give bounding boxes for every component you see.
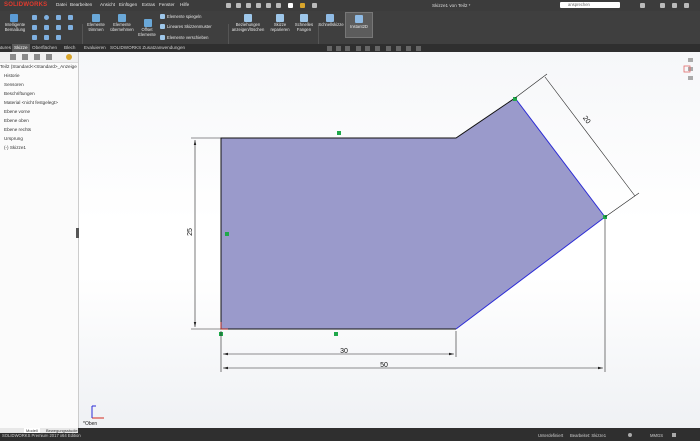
view-settings-icon[interactable] xyxy=(416,46,421,51)
status-sketch-state: Unterdefiniert xyxy=(538,433,564,438)
sketch-profile[interactable] xyxy=(221,98,605,329)
sketch-point[interactable] xyxy=(513,97,517,101)
sketch-canvas[interactable]: 25 30 50 20 *Oben xyxy=(0,0,700,441)
customize-icon[interactable] xyxy=(672,433,676,437)
task-pane-icons xyxy=(688,58,693,80)
heads-up-view-toolbar[interactable] xyxy=(327,46,421,51)
dimension-height[interactable]: 25 xyxy=(187,228,194,236)
file-explorer-icon[interactable] xyxy=(688,76,693,80)
dimension-overall[interactable]: 50 xyxy=(380,362,388,369)
sketch-point[interactable] xyxy=(337,131,341,135)
edit-appearance-icon[interactable] xyxy=(396,46,401,51)
zoom-to-fit-icon[interactable] xyxy=(327,46,332,51)
tab-model[interactable]: Modell xyxy=(24,428,40,433)
status-edition: SOLIDWORKS Premium 2017 x64 Edition xyxy=(2,433,81,438)
help-icon[interactable] xyxy=(628,433,632,437)
zoom-area-icon[interactable] xyxy=(336,46,341,51)
display-style-icon[interactable] xyxy=(375,46,380,51)
sketch-point[interactable] xyxy=(334,332,338,336)
view-orientation-label: *Oben xyxy=(83,421,97,427)
view-orientation-icon[interactable] xyxy=(365,46,370,51)
apply-scene-icon[interactable] xyxy=(406,46,411,51)
status-editing: Bearbeitet: Skizze1 xyxy=(570,433,607,438)
section-view-icon[interactable] xyxy=(356,46,361,51)
model-tabs: Modell Bewegungsstudie 1 xyxy=(0,428,80,438)
dimension-bottom[interactable]: 30 xyxy=(340,348,348,355)
dimension-angled[interactable]: 20 xyxy=(581,115,591,126)
status-bar: SOLIDWORKS Premium 2017 x64 Edition Unte… xyxy=(0,428,700,441)
resources-icon[interactable] xyxy=(688,58,693,62)
design-library-icon[interactable] xyxy=(688,67,693,71)
view-triad xyxy=(91,405,104,419)
hide-show-items-icon[interactable] xyxy=(386,46,391,51)
previous-view-icon[interactable] xyxy=(345,46,350,51)
sketch-point[interactable] xyxy=(225,232,229,236)
tab-motion-study[interactable]: Bewegungsstudie 1 xyxy=(44,428,80,438)
status-units[interactable]: MMGS xyxy=(650,433,663,438)
